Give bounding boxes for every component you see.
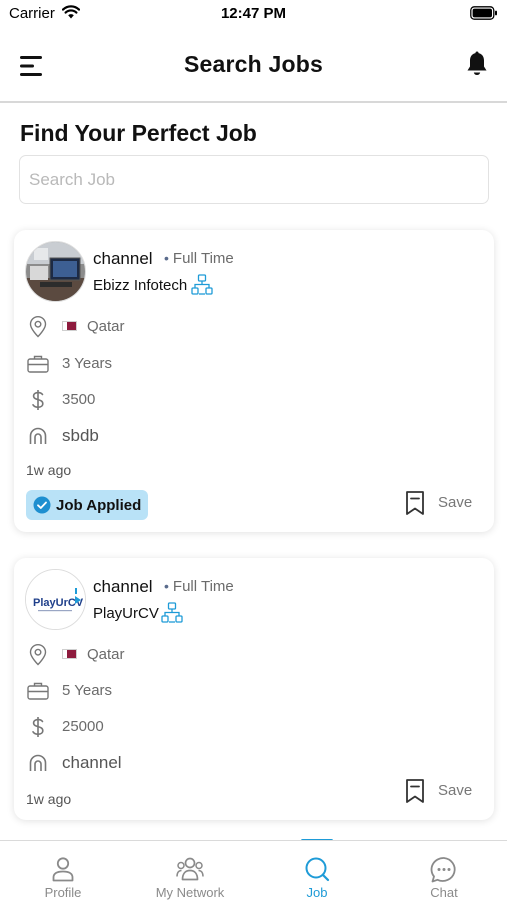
- tab-label: My Network: [155, 885, 225, 900]
- tab-my-network[interactable]: My Network: [127, 841, 253, 900]
- save-button[interactable]: Save: [404, 778, 474, 804]
- tab-label: Profile: [44, 885, 82, 900]
- save-button[interactable]: Save: [404, 490, 474, 516]
- location-pin-icon: [29, 316, 47, 338]
- check-circle-icon: [33, 496, 51, 514]
- job-title: channel: [93, 249, 153, 268]
- briefcase-icon: [27, 682, 49, 700]
- save-label: Save: [438, 494, 473, 511]
- company-name: PlayUrCV: [93, 605, 159, 622]
- bookmark-icon[interactable]: [404, 490, 426, 516]
- posted-time: 1w ago: [26, 462, 72, 478]
- salary-text: 3500: [62, 391, 96, 408]
- status-bar: Carrier 12:47 PM: [0, 0, 507, 30]
- skill-text: sbdb: [62, 426, 99, 445]
- page-title: Search Jobs: [184, 51, 323, 77]
- person-icon: [52, 857, 74, 882]
- battery-icon: [470, 6, 497, 20]
- tab-label: Chat: [430, 885, 458, 900]
- job-card[interactable]: channel Full Time Ebizz Infotech Qatar 3…: [14, 230, 494, 532]
- dollar-icon: [32, 390, 44, 410]
- experience-text: 3 Years: [62, 355, 113, 372]
- company-name: Ebizz Infotech: [93, 277, 188, 294]
- job-type: Full Time: [164, 250, 234, 267]
- status-time: 12:47 PM: [220, 5, 287, 22]
- company-logo: PlayUrCV: [25, 569, 86, 630]
- bell-icon[interactable]: [466, 51, 488, 77]
- dollar-icon: [32, 717, 44, 737]
- section-title: Find Your Perfect Job: [20, 120, 257, 146]
- playurcv-logo: PlayUrCV: [26, 570, 85, 629]
- org-chart-icon: [161, 602, 183, 623]
- office-photo-icon: [26, 242, 85, 301]
- search-input[interactable]: [19, 155, 489, 204]
- tab-chat[interactable]: Chat: [381, 841, 507, 900]
- job-card[interactable]: PlayUrCV channel Full Time PlayUrCV Qata…: [14, 558, 494, 820]
- job-type: Full Time: [164, 578, 234, 595]
- tab-profile[interactable]: Profile: [0, 841, 126, 900]
- company-logo: [25, 241, 86, 302]
- job-applied-badge: Job Applied: [26, 490, 148, 520]
- bookmark-icon[interactable]: [404, 778, 426, 804]
- salary-text: 25000: [62, 718, 104, 735]
- skill-icon: [29, 754, 47, 771]
- save-label: Save: [438, 782, 473, 799]
- bottom-tab-bar: Profile My Network Job Chat: [0, 840, 507, 900]
- qatar-flag-icon: [62, 321, 77, 331]
- tab-label: Job: [306, 885, 328, 900]
- tab-job[interactable]: Job: [254, 841, 380, 900]
- skill-icon: [29, 427, 47, 444]
- skill-text: channel: [62, 753, 122, 772]
- job-title: channel: [93, 577, 153, 596]
- location-text: Qatar: [87, 318, 125, 335]
- app-header: Search Jobs: [0, 30, 507, 103]
- posted-time: 1w ago: [26, 791, 72, 807]
- experience-text: 5 Years: [62, 682, 113, 699]
- location-text: Qatar: [87, 646, 125, 663]
- briefcase-icon: [27, 355, 49, 373]
- search-icon: [305, 857, 330, 882]
- chat-bubble-icon: [430, 857, 456, 883]
- network-icon: [176, 857, 204, 881]
- location-pin-icon: [29, 644, 47, 666]
- job-applied-label: Job Applied: [56, 497, 142, 514]
- qatar-flag-icon: [62, 649, 77, 659]
- org-chart-icon: [191, 274, 213, 295]
